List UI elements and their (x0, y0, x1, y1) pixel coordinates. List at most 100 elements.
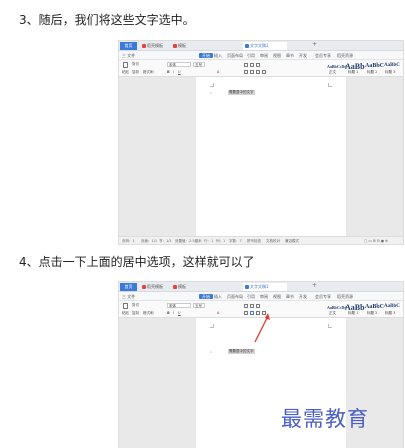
selected-text[interactable]: 需要居中的文字 (228, 349, 255, 354)
bold-button[interactable]: B (167, 70, 170, 74)
tab-templates[interactable]: 模板 (171, 42, 188, 50)
font-size-select[interactable]: 五号 (193, 303, 205, 308)
new-tab-icon[interactable]: + (312, 282, 317, 289)
menu-review[interactable]: 审阅 (260, 294, 268, 299)
paragraph-mark: ↵ (210, 91, 213, 95)
align-left-icon[interactable] (244, 70, 248, 74)
menu-insert[interactable]: 插入 (214, 294, 222, 299)
menu-daoke[interactable]: 稻壳资源 (337, 53, 353, 58)
menu-member[interactable]: 会员专享 (315, 294, 331, 299)
menu-insert[interactable]: 插入 (214, 53, 222, 58)
status-position: 设置值：2.5厘米 (175, 238, 202, 243)
selected-text[interactable]: 需要居中的文字 (228, 90, 255, 95)
bold-button[interactable]: B (167, 311, 170, 315)
style-preview-heading3[interactable]: AaBbC (384, 63, 400, 70)
menu-view[interactable]: 视图 (273, 53, 281, 58)
ribbon: 粘贴 剪切 复制 格式刷 宋体 五号 B I U A AaBbCcDd AaBb… (119, 60, 403, 77)
tab-daoke[interactable]: 稻壳模板 (140, 283, 165, 291)
status-pages: 页面：1/1 (141, 238, 158, 243)
step-4-caption: 4、点击一下上面的居中选项，这样就可以了 (19, 255, 255, 269)
style-preview-heading1[interactable]: AaBb (345, 303, 365, 312)
tab-home[interactable]: 首页 (120, 283, 137, 291)
tab-templates[interactable]: 模板 (171, 283, 188, 291)
style-label-heading1: 标题 1 (348, 311, 359, 315)
menu-layout[interactable]: 页面布局 (227, 294, 243, 299)
style-label-heading1: 标题 1 (348, 70, 359, 74)
tab-document[interactable]: 文字文稿1 (243, 42, 287, 50)
italic-button[interactable]: I (173, 70, 174, 74)
page-corner-mark (210, 324, 214, 328)
paste-icon[interactable] (123, 62, 128, 68)
bullets-icon[interactable] (244, 304, 248, 308)
menu-reference[interactable]: 引用 (247, 53, 255, 58)
menu-start[interactable]: 开始 (199, 53, 213, 58)
font-family-select[interactable]: 宋体 (167, 62, 191, 67)
wps-screenshot-1: 首页 稻壳模板 模板 文字文稿1 + 三 文件 开始 插入 页面布局 引用 审阅… (118, 40, 404, 245)
tab-document[interactable]: 文字文稿1 (243, 283, 287, 291)
menu-member[interactable]: 会员专享 (315, 53, 331, 58)
underline-button[interactable]: U (178, 70, 181, 74)
underline-button[interactable]: U (178, 311, 181, 315)
style-preview-heading1[interactable]: AaBb (345, 62, 365, 71)
status-doc-check[interactable]: 文档校对 (266, 239, 280, 244)
menu-section[interactable]: 章节 (286, 53, 294, 58)
style-label-heading2: 标题 2 (367, 70, 378, 74)
menu-daoke[interactable]: 稻壳资源 (337, 294, 353, 299)
tab-daoke[interactable]: 稻壳模板 (140, 42, 165, 50)
page-corner-mark (328, 324, 332, 328)
copy-button[interactable]: 复制 (132, 70, 139, 74)
format-painter-button[interactable]: 格式刷 (143, 70, 154, 74)
font-color-button[interactable]: A (217, 311, 219, 315)
cut-button[interactable]: 剪切 (132, 62, 139, 66)
font-size-select[interactable]: 五号 (193, 62, 205, 67)
indent-icon[interactable] (256, 63, 260, 67)
tab-home[interactable]: 首页 (120, 42, 137, 50)
italic-button[interactable]: I (173, 311, 174, 315)
style-label-heading3: 标题 3 (385, 311, 396, 315)
status-bar: 页码：1 页面：1/1 节：1/1 设置值：2.5厘米 行：1 列：1 字数：7… (119, 236, 403, 244)
menu-review[interactable]: 审阅 (260, 53, 268, 58)
template-icon (173, 285, 177, 289)
align-center-icon[interactable] (250, 70, 254, 74)
menu-file[interactable]: 三 文件 (122, 53, 135, 58)
style-label-normal: 正文 (329, 70, 336, 74)
menu-layout[interactable]: 页面布局 (227, 53, 243, 58)
tab-daoke-label: 稻壳模板 (147, 284, 163, 289)
style-label-heading2: 标题 2 (367, 311, 378, 315)
font-family-select[interactable]: 宋体 (167, 303, 191, 308)
indent-icon[interactable] (256, 304, 260, 308)
bullets-icon[interactable] (244, 63, 248, 67)
document-page[interactable]: ↵ 需要居中的文字 (196, 77, 346, 238)
page-corner-mark (210, 83, 214, 87)
menu-dev[interactable]: 开发 (299, 294, 307, 299)
numbering-icon[interactable] (250, 304, 254, 308)
paste-label: 粘贴 (122, 311, 129, 315)
menu-view[interactable]: 视图 (273, 294, 281, 299)
tab-daoke-label: 稻壳模板 (147, 43, 163, 48)
font-color-button[interactable]: A (217, 70, 219, 74)
menu-start[interactable]: 开始 (199, 294, 213, 299)
paste-icon[interactable] (123, 303, 128, 309)
menu-file[interactable]: 三 文件 (122, 294, 135, 299)
style-preview-heading3[interactable]: AaBbC (384, 304, 400, 311)
justify-icon[interactable] (262, 70, 266, 74)
status-spell[interactable]: 拼写检查 (247, 239, 261, 244)
new-tab-icon[interactable]: + (312, 41, 317, 48)
align-right-icon[interactable] (256, 70, 260, 74)
style-preview-heading2[interactable]: AaBbC (365, 304, 384, 311)
tab-bar: 首页 稻壳模板 模板 文字文稿1 + (119, 282, 403, 292)
view-mode-icons[interactable]: □ ▭ ⊞ ⊟ ● ⊕ (364, 239, 388, 243)
format-painter-button[interactable]: 格式刷 (143, 311, 154, 315)
menu-bar: 三 文件 开始 插入 页面布局 引用 审阅 视图 章节 开发 会员专享 稻壳资源 (119, 292, 403, 301)
align-left-icon[interactable] (244, 311, 248, 315)
menu-dev[interactable]: 开发 (299, 53, 307, 58)
copy-button[interactable]: 复制 (132, 311, 139, 315)
menu-section[interactable]: 章节 (286, 294, 294, 299)
status-section: 节：1/1 (159, 238, 172, 243)
numbering-icon[interactable] (250, 63, 254, 67)
menu-reference[interactable]: 引用 (247, 294, 255, 299)
tab-templates-label: 模板 (178, 43, 186, 48)
cut-button[interactable]: 剪切 (132, 303, 139, 307)
style-preview-heading2[interactable]: AaBbC (365, 63, 384, 70)
paragraph-mark: ↵ (210, 350, 213, 354)
